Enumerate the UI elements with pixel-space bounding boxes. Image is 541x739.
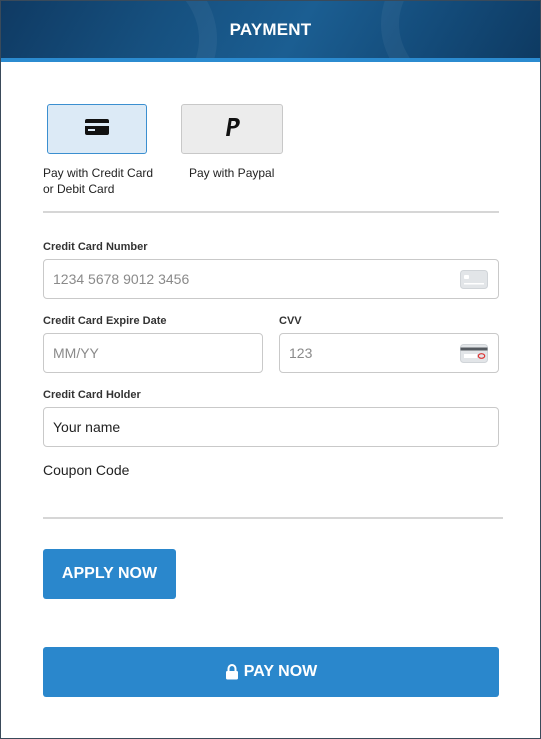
paypal-method-label: Pay with Paypal <box>189 165 274 181</box>
cvv-card-icon <box>460 344 488 368</box>
paypal-icon <box>222 116 242 143</box>
page-title: PAYMENT <box>229 20 312 39</box>
cvv-placeholder: 123 <box>289 345 313 361</box>
credit-card-method-button[interactable] <box>47 104 147 154</box>
paypal-method-button[interactable] <box>181 104 283 154</box>
expire-date-input[interactable]: MM/YY <box>43 333 263 373</box>
coupon-code-label: Coupon Code <box>43 462 130 478</box>
lock-icon <box>225 664 239 680</box>
apply-now-label: APPLY NOW <box>61 565 158 582</box>
cvv-input[interactable]: 123 <box>279 333 499 373</box>
credit-card-icon <box>84 117 110 142</box>
expire-date-label: Credit Card Expire Date <box>43 315 167 327</box>
card-number-input[interactable]: 1234 5678 9012 3456 <box>43 259 499 299</box>
credit-card-method-label: Pay with Credit Card or Debit Card <box>43 165 153 197</box>
card-holder-input[interactable]: Your name <box>43 407 499 447</box>
payment-panel: PAYMENT Pay with Credit Card or Debit Ca… <box>0 0 541 739</box>
header: PAYMENT <box>1 1 540 58</box>
card-number-placeholder: 1234 5678 9012 3456 <box>53 271 190 287</box>
cvv-label: CVV <box>279 315 302 327</box>
expire-date-placeholder: MM/YY <box>53 345 99 361</box>
pay-now-label: PAY NOW <box>243 663 318 680</box>
coupon-underline <box>43 517 503 519</box>
card-number-label: Credit Card Number <box>43 241 148 253</box>
credit-card-label-line2: or Debit Card <box>43 182 115 196</box>
apply-now-button[interactable]: APPLY NOW <box>43 549 176 599</box>
card-icon <box>460 270 488 294</box>
card-holder-value: Your name <box>53 419 121 435</box>
header-accent-bar <box>1 58 540 62</box>
credit-card-label-line1: Pay with Credit Card <box>43 166 154 180</box>
card-holder-label: Credit Card Holder <box>43 389 141 401</box>
pay-now-button[interactable]: PAY NOW <box>43 647 499 697</box>
paypal-label: Pay with Paypal <box>189 166 275 180</box>
divider <box>43 211 499 213</box>
